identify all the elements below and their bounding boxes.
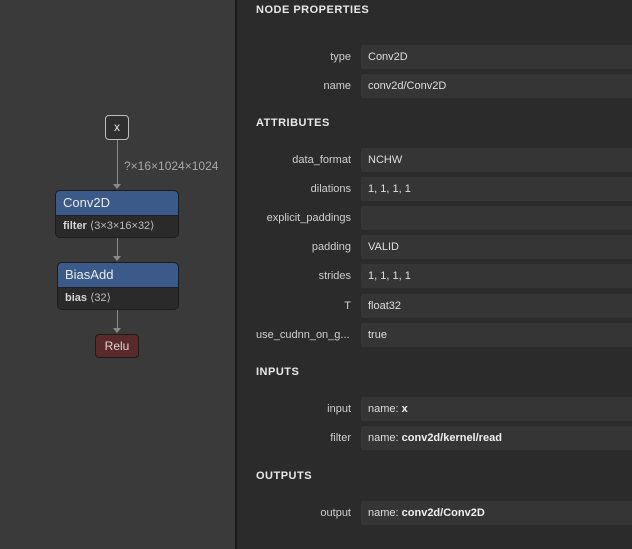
- input-row: filter name: conv2d/kernel/read: [237, 426, 632, 450]
- attribute-row: dilations 1, 1, 1, 1: [237, 177, 632, 201]
- conv2d-node-title: Conv2D: [56, 191, 178, 215]
- output-value[interactable]: name: conv2d/Conv2D: [361, 501, 632, 525]
- attribute-row: explicit_paddings: [237, 206, 632, 230]
- attribute-key: strides: [318, 270, 351, 282]
- input-name: conv2d/kernel/read: [401, 432, 502, 444]
- input-key: input: [327, 403, 351, 415]
- attribute-row: strides 1, 1, 1, 1: [237, 264, 632, 288]
- attribute-value[interactable]: [361, 206, 632, 230]
- conv2d-node[interactable]: Conv2D filter ⟨3×3×16×32⟩: [55, 190, 179, 238]
- biasadd-node-title: BiasAdd: [58, 263, 178, 287]
- edge-conv-bias: [117, 238, 118, 256]
- input-prefix: name:: [368, 403, 402, 415]
- property-key: type: [330, 51, 351, 63]
- attribute-key: data_format: [292, 154, 351, 166]
- attribute-row: padding VALID: [237, 235, 632, 259]
- attribute-key: dilations: [310, 183, 351, 195]
- output-prefix: name:: [368, 507, 402, 519]
- relu-node[interactable]: Relu: [95, 334, 139, 358]
- output-key: output: [320, 507, 351, 519]
- edge-bias-relu: [117, 309, 118, 328]
- node-properties-heading: NODE PROPERTIES: [256, 4, 370, 16]
- outputs-heading: OUTPUTS: [256, 470, 313, 482]
- edge-shape-label: ?×16×1024×1024: [124, 159, 219, 173]
- input-name: x: [401, 403, 408, 415]
- conv2d-attr-value: ⟨3×3×16×32⟩: [89, 220, 155, 232]
- edge-bias-relu-arrow: [113, 328, 121, 333]
- attribute-row: use_cudnn_on_g... true: [237, 323, 632, 347]
- property-key: name: [323, 80, 351, 92]
- input-prefix: name:: [368, 432, 402, 444]
- biasadd-attr-name: bias: [65, 292, 88, 304]
- biasadd-node[interactable]: BiasAdd bias ⟨32⟩: [57, 262, 179, 310]
- attribute-key: explicit_paddings: [266, 212, 351, 224]
- attribute-row: data_format NCHW: [237, 148, 632, 172]
- input-row: input name: x: [237, 397, 632, 421]
- attribute-value[interactable]: true: [361, 323, 632, 347]
- conv2d-node-attr: filter ⟨3×3×16×32⟩: [56, 215, 178, 237]
- output-name: conv2d/Conv2D: [401, 507, 485, 519]
- inputs-heading: INPUTS: [256, 366, 300, 378]
- attribute-value[interactable]: float32: [361, 294, 632, 318]
- edge-conv-bias-arrow: [113, 256, 121, 261]
- attributes-heading: ATTRIBUTES: [256, 117, 330, 129]
- attribute-value[interactable]: 1, 1, 1, 1: [361, 177, 632, 201]
- attribute-value[interactable]: VALID: [361, 235, 632, 259]
- property-row-name: name conv2d/Conv2D: [237, 74, 632, 98]
- properties-sidebar: NODE PROPERTIES type Conv2D name conv2d/…: [237, 0, 632, 549]
- property-value[interactable]: conv2d/Conv2D: [361, 74, 632, 98]
- conv2d-attr-name: filter: [63, 220, 87, 232]
- property-value[interactable]: Conv2D: [361, 45, 632, 69]
- edge-x-conv-arrow: [113, 184, 121, 189]
- attribute-key: padding: [311, 241, 351, 253]
- attribute-row: T float32: [237, 294, 632, 318]
- edge-x-conv: [117, 140, 118, 184]
- biasadd-attr-value: ⟨32⟩: [90, 292, 111, 304]
- attribute-key: T: [344, 300, 351, 312]
- input-node-x[interactable]: x: [105, 115, 129, 140]
- output-row: output name: conv2d/Conv2D: [237, 501, 632, 525]
- input-value[interactable]: name: conv2d/kernel/read: [361, 426, 632, 450]
- property-row-type: type Conv2D: [237, 45, 632, 69]
- input-key: filter: [330, 432, 351, 444]
- graph-canvas[interactable]: ?×16×1024×1024 x Conv2D filter ⟨3×3×16×3…: [0, 0, 236, 549]
- attribute-key: use_cudnn_on_g...: [256, 329, 350, 341]
- attribute-value[interactable]: 1, 1, 1, 1: [361, 264, 632, 288]
- input-value[interactable]: name: x: [361, 397, 632, 421]
- biasadd-node-attr: bias ⟨32⟩: [58, 287, 178, 309]
- attribute-value[interactable]: NCHW: [361, 148, 632, 172]
